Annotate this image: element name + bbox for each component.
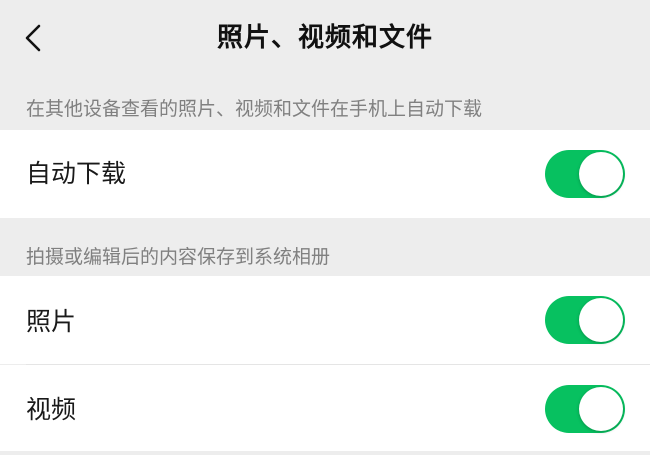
auto-download-switch[interactable]: [545, 150, 625, 198]
nav-bar: 照片、视频和文件: [0, 0, 650, 80]
page-title: 照片、视频和文件: [216, 23, 433, 53]
cell-label-auto-download: 自动下载: [26, 159, 127, 188]
photos-cell[interactable]: 照片: [0, 276, 650, 364]
cell-label-videos: 视频: [26, 395, 77, 424]
switch-knob: [579, 298, 623, 342]
photos-switch[interactable]: [545, 296, 625, 344]
cell-label-photos: 照片: [26, 307, 77, 336]
section-header-save-to-album: 拍摄或编辑后的内容保存到系统相册: [0, 218, 650, 276]
auto-download-cell[interactable]: 自动下载: [0, 130, 650, 218]
switch-knob: [579, 152, 623, 196]
videos-cell[interactable]: 视频: [0, 365, 650, 451]
videos-switch[interactable]: [545, 385, 625, 433]
switch-knob: [579, 387, 623, 431]
section-header-auto-download: 在其他设备查看的照片、视频和文件在手机上自动下载: [0, 80, 650, 130]
